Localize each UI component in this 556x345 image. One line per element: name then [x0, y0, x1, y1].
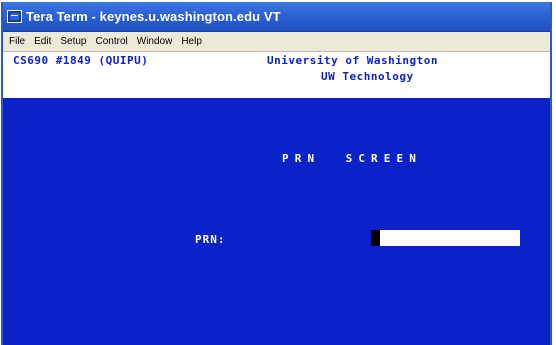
- prn-label: PRN:: [195, 233, 226, 246]
- text-cursor: [371, 230, 380, 246]
- menu-help[interactable]: Help: [177, 36, 206, 47]
- window-title: Tera Term - keynes.u.washington.edu VT: [26, 9, 281, 24]
- session-id: CS690 #1849 (QUIPU): [13, 54, 149, 67]
- screen-title: PRN SCREEN: [282, 152, 422, 165]
- menu-edit[interactable]: Edit: [30, 36, 55, 47]
- screenshot-frame: Tera Term - keynes.u.washington.edu VT F…: [0, 0, 556, 345]
- department-name: UW Technology: [321, 70, 414, 83]
- terminal-icon[interactable]: [7, 10, 22, 23]
- menu-setup[interactable]: Setup: [56, 36, 90, 47]
- institution-name: University of Washington: [267, 54, 438, 67]
- terminal-screen[interactable]: PRN SCREEN PRN:: [3, 98, 550, 345]
- menu-file[interactable]: File: [5, 36, 29, 47]
- tera-term-window: Tera Term - keynes.u.washington.edu VT F…: [1, 2, 552, 345]
- menu-window[interactable]: Window: [133, 36, 177, 47]
- prn-input[interactable]: [380, 230, 520, 246]
- title-bar[interactable]: Tera Term - keynes.u.washington.edu VT: [3, 2, 550, 32]
- menu-control[interactable]: Control: [92, 36, 132, 47]
- menu-bar: File Edit Setup Control Window Help: [3, 32, 550, 52]
- terminal-header: CS690 #1849 (QUIPU) University of Washin…: [3, 52, 550, 98]
